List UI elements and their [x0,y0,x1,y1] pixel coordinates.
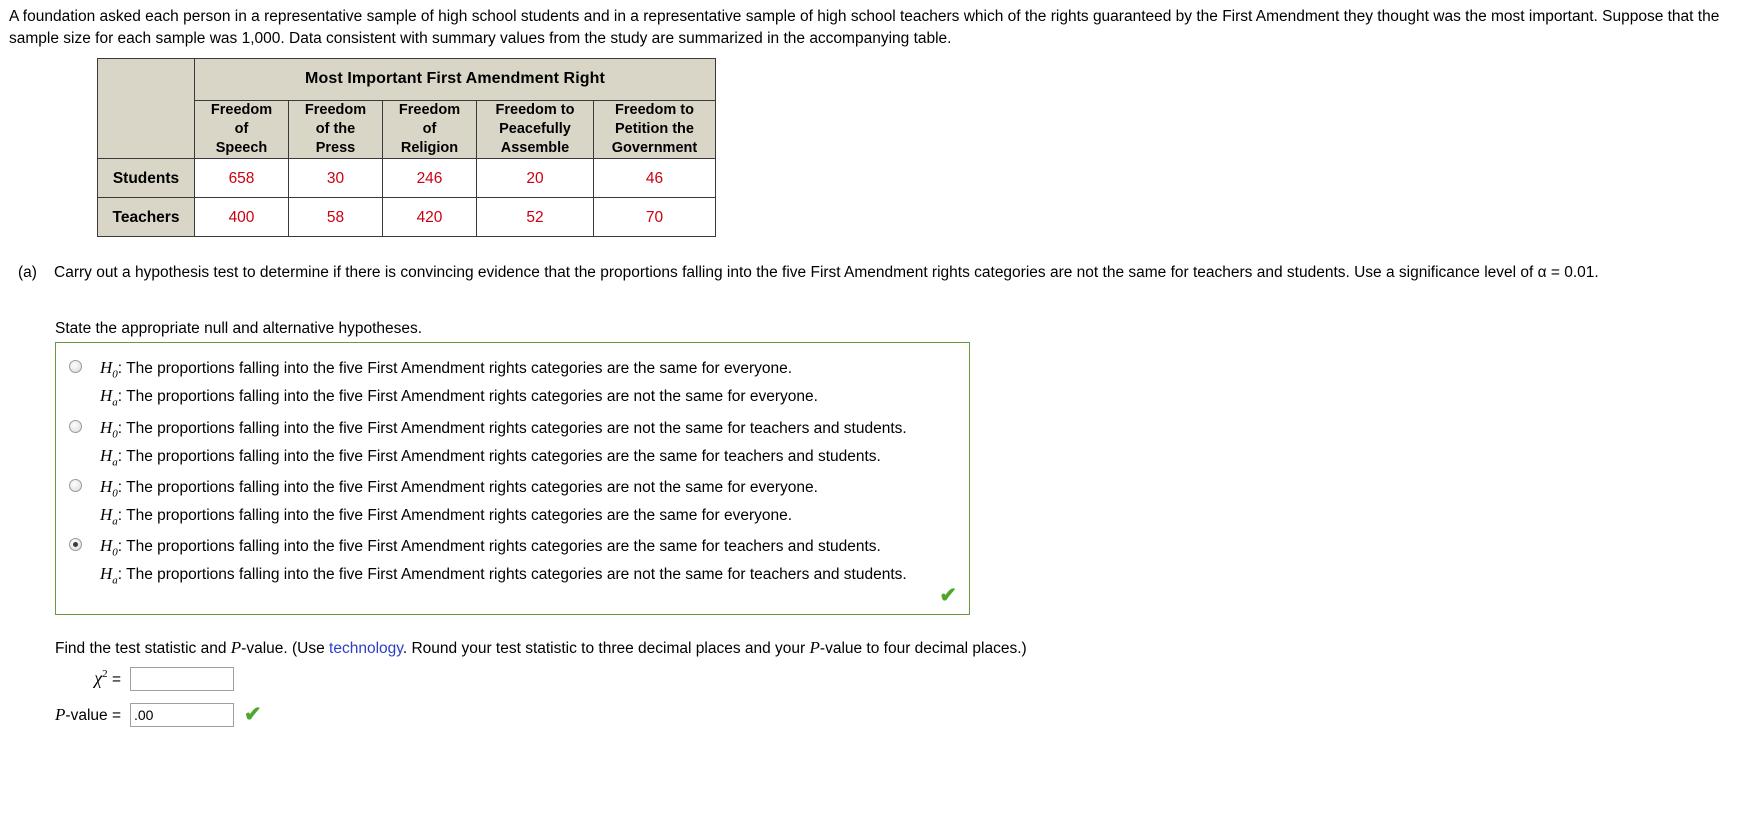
alt-hypothesis-symbol: Ha [100,505,118,528]
table-row: Students 658 30 246 20 46 [97,158,716,199]
p-value-input[interactable] [130,702,234,727]
hypothesis-option-2[interactable]: H0: The proportions falling into the fiv… [56,415,907,472]
option-2-null-text: : The proportions falling into the five … [117,420,907,437]
find-test-statistic-prompt: Find the test statistic and P-value. (Us… [55,636,1027,659]
answer-fields: χ2 = P-value = ✔ [18,662,262,734]
cell-students-press: 30 [288,158,383,199]
radio-button-option-3[interactable] [69,479,82,492]
part-a-label: (a) [18,264,37,281]
technology-link[interactable]: technology [329,640,403,657]
alt-hypothesis-symbol: Ha [100,386,118,409]
cell-students-religion: 246 [382,158,477,199]
option-2-alt-line: Ha: The proportions falling into the fiv… [100,443,907,471]
column-header-freedom-of-speech: Freedom of Speech [194,99,289,160]
column-header-freedom-to-peacefully-assemble: Freedom to Peacefully Assemble [476,99,594,160]
null-hypothesis-symbol: H0 [100,536,118,559]
option-4-null-line: H0: The proportions falling into the fiv… [100,533,907,561]
hypotheses-options-group: H0: The proportions falling into the fiv… [55,342,970,615]
option-2-alt-text: : The proportions falling into the five … [117,448,881,466]
cell-teachers-speech: 400 [194,197,289,238]
option-4-alt-line: Ha: The proportions falling into the fiv… [100,561,907,589]
option-3-null-line: H0: The proportions falling into the fiv… [100,474,818,502]
column-header-freedom-to-petition-the-government: Freedom to Petition the Government [593,99,716,160]
chi-equals: = [107,671,121,689]
p-value-check-icon: ✔ [244,703,262,726]
find-text-part1: Find the test statistic and [55,640,231,657]
cell-teachers-press: 58 [288,197,383,238]
option-3-alt-text: : The proportions falling into the five … [117,507,793,525]
cell-students-assemble: 20 [476,158,594,199]
chi-symbol: χ2 [94,668,108,689]
p-value-italic: P [55,704,66,724]
p-value-label-rest: -value = [65,706,121,724]
first-amendment-table: Most Important First Amendment Right Fre… [97,57,716,238]
row-header-students: Students [97,158,195,199]
radio-button-option-1[interactable] [69,360,82,373]
worksheet-page: A foundation asked each person in a repr… [0,0,1764,813]
null-hypothesis-symbol: H0 [100,477,118,500]
option-1-alt-text: : The proportions falling into the five … [117,388,818,406]
data-table-container: Most Important First Amendment Right Fre… [97,57,716,238]
cell-teachers-religion: 420 [382,197,477,238]
option-1-alt-line: Ha: The proportions falling into the fiv… [100,383,818,411]
column-header-freedom-of-the-press: Freedom of the Press [288,99,383,160]
cell-teachers-assemble: 52 [476,197,594,238]
find-text-part3: . Round your test statistic to three dec… [402,640,810,657]
column-header-freedom-of-religion: Freedom of Religion [382,99,477,160]
cell-students-petition: 46 [593,158,716,199]
table-group-header-row: Most Important First Amendment Right [97,57,716,160]
cell-students-speech: 658 [194,158,289,199]
hypothesis-option-4[interactable]: H0: The proportions falling into the fiv… [56,533,907,590]
p-italic-2: P [809,638,820,657]
chi-square-row: χ2 = [18,662,262,695]
p-italic-1: P [230,638,242,657]
option-4-null-text: : The proportions falling into the five … [117,538,881,555]
row-header-teachers: Teachers [97,197,195,238]
hypothesis-option-1[interactable]: H0: The proportions falling into the fiv… [56,355,818,412]
intro-paragraph: A foundation asked each person in a repr… [9,8,1720,47]
alt-hypothesis-symbol: Ha [100,446,118,469]
state-hypotheses-prompt: State the appropriate null and alternati… [55,320,423,337]
radio-button-option-2[interactable] [69,420,82,433]
p-value-row: P-value = ✔ [18,698,262,731]
null-hypothesis-symbol: H0 [100,418,118,441]
table-row: Teachers 400 58 420 52 70 [97,197,716,238]
null-hypothesis-symbol: H0 [100,358,118,381]
cell-teachers-petition: 70 [593,197,716,238]
table-corner-cell [97,57,195,160]
option-1-null-line: H0: The proportions falling into the fiv… [100,355,818,383]
hypothesis-option-3[interactable]: H0: The proportions falling into the fiv… [56,474,818,531]
radio-button-option-4[interactable] [69,538,82,551]
chi-square-input[interactable] [130,666,234,691]
option-3-null-text: : The proportions falling into the five … [117,479,818,496]
part-a-text: Carry out a hypothesis test to determine… [54,264,1599,281]
option-2-null-line: H0: The proportions falling into the fiv… [100,415,907,443]
p-value-label: P-value = [18,703,130,726]
find-text-part2: -value. (Use [241,640,330,657]
option-4-alt-text: : The proportions falling into the five … [117,566,907,584]
table-group-header: Most Important First Amendment Right [194,58,716,101]
correct-answer-check-icon: ✔ [939,584,957,607]
option-1-null-text: : The proportions falling into the five … [117,360,793,377]
alt-hypothesis-symbol: Ha [100,564,118,587]
chi-square-label: χ2 = [18,666,130,691]
find-text-part4: -value to four decimal places.) [819,640,1027,657]
part-a-section: (a) Carry out a hypothesis test to deter… [18,262,1758,284]
option-3-alt-line: Ha: The proportions falling into the fiv… [100,502,818,530]
